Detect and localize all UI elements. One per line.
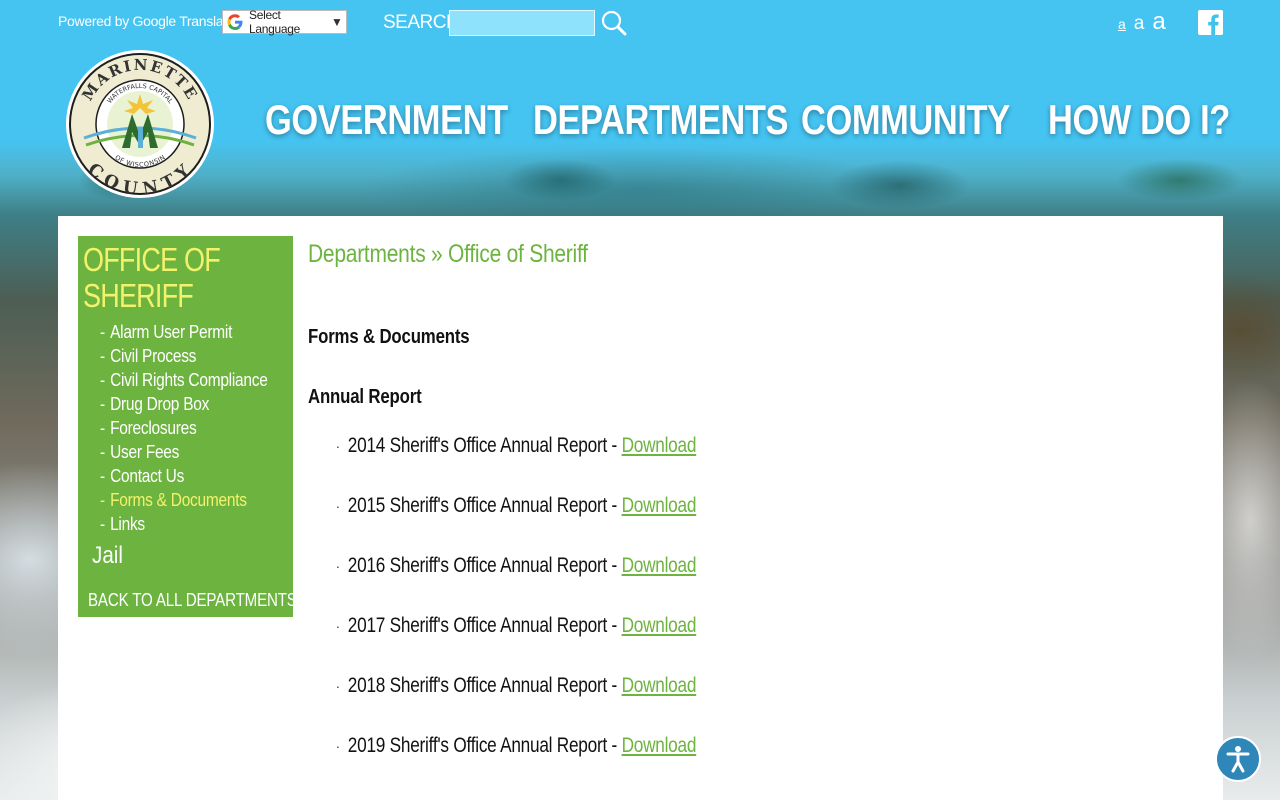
sidebar-title-line1: OFFICE OF <box>83 241 221 278</box>
breadcrumb-departments-link[interactable]: Departments <box>308 240 426 268</box>
font-size-medium-button[interactable]: a <box>1134 13 1145 35</box>
font-size-large-button[interactable]: a <box>1152 8 1165 36</box>
sidebar-item-label: Civil Process <box>110 346 197 366</box>
powered-by-text: Powered by Google Translate <box>58 13 235 29</box>
nav-departments[interactable]: DEPARTMENTS <box>533 96 788 144</box>
download-link[interactable]: Download <box>622 554 697 577</box>
top-bar: Powered by Google Translate Select Langu… <box>0 0 1280 46</box>
sidebar-item-label: Civil Rights Compliance <box>110 370 268 390</box>
sidebar-item-label: Foreclosures <box>110 418 197 438</box>
sidebar-item-label: Forms & Documents <box>110 490 247 510</box>
language-select[interactable]: Select Language ▼ <box>222 8 347 36</box>
breadcrumb: Departments » Office of Sheriff <box>308 240 588 269</box>
sidebar-item-drug-drop-box[interactable]: - Drug Drop Box <box>100 392 268 416</box>
main-navigation: GOVERNMENT DEPARTMENTS COMMUNITY HOW DO … <box>0 96 1280 156</box>
sidebar-item-contact-us[interactable]: - Contact Us <box>100 464 268 488</box>
download-link[interactable]: Download <box>622 734 697 757</box>
accessibility-button[interactable] <box>1215 736 1261 782</box>
font-size-controls: a a a <box>1118 8 1166 36</box>
page-heading: Forms & Documents <box>308 326 470 348</box>
sidebar-item-label: Drug Drop Box <box>110 394 210 414</box>
sidebar-title-line2: SHERIFF <box>83 277 194 314</box>
sidebar-item-links[interactable]: - Links <box>100 512 268 536</box>
sidebar-item-civil-process[interactable]: - Civil Process <box>100 344 268 368</box>
sidebar-item-forms-documents[interactable]: - Forms & Documents <box>100 488 268 512</box>
report-title: 2015 Sheriff's Office Annual Report - <box>347 494 622 517</box>
report-title: 2019 Sheriff's Office Annual Report - <box>347 734 622 757</box>
sidebar-item-label: Contact Us <box>110 466 185 486</box>
content-panel: OFFICE OF SHERIFF - Alarm User Permit - Ci… <box>58 216 1223 800</box>
download-link[interactable]: Download <box>622 674 697 697</box>
breadcrumb-office-of-sheriff-link[interactable]: Office of Sheriff <box>448 240 588 268</box>
sidebar-item-civil-rights-compliance[interactable]: - Civil Rights Compliance <box>100 368 268 392</box>
department-sidebar: OFFICE OF SHERIFF - Alarm User Permit - Ci… <box>78 236 297 617</box>
sidebar-item-label: Alarm User Permit <box>110 322 233 342</box>
list-item: · 2014 Sheriff's Office Annual Report - D… <box>336 434 697 457</box>
download-link[interactable]: Download <box>622 434 697 457</box>
list-item: · 2015 Sheriff's Office Annual Report - D… <box>336 494 697 517</box>
report-title: 2018 Sheriff's Office Annual Report - <box>347 674 622 697</box>
sidebar-list: - Alarm User Permit - Civil Process - Civil… <box>100 320 295 536</box>
list-item: · 2016 Sheriff's Office Annual Report - D… <box>336 554 697 577</box>
annual-report-list: · 2014 Sheriff's Office Annual Report - D… <box>336 434 775 794</box>
language-select-label: Select Language <box>249 8 300 36</box>
search-input[interactable] <box>449 10 595 36</box>
back-to-departments-link[interactable]: BACK TO ALL DEPARTMENTS <box>88 590 297 611</box>
list-item: · 2018 Sheriff's Office Annual Report - D… <box>336 674 697 697</box>
download-link[interactable]: Download <box>622 494 697 517</box>
list-item: · 2019 Sheriff's Office Annual Report - D… <box>336 734 697 757</box>
facebook-icon[interactable] <box>1198 10 1223 35</box>
font-size-small-button[interactable]: a <box>1118 16 1126 32</box>
sidebar-item-foreclosures[interactable]: - Foreclosures <box>100 416 268 440</box>
breadcrumb-separator: » <box>425 240 449 268</box>
sidebar-item-label: User Fees <box>110 442 180 462</box>
search-icon[interactable] <box>600 9 628 37</box>
nav-how-do-i[interactable]: HOW DO I? <box>1048 96 1230 144</box>
chevron-down-icon: ▼ <box>331 15 343 29</box>
sidebar-item-user-fees[interactable]: - User Fees <box>100 440 268 464</box>
annual-report-heading: Annual Report <box>308 386 422 408</box>
nav-community[interactable]: COMMUNITY <box>801 96 1010 144</box>
nav-government[interactable]: GOVERNMENT <box>265 96 508 144</box>
list-item: · 2017 Sheriff's Office Annual Report - D… <box>336 614 697 637</box>
sidebar-item-label: Links <box>110 514 145 534</box>
google-g-icon <box>227 14 243 30</box>
sidebar-item-alarm-user-permit[interactable]: - Alarm User Permit <box>100 320 268 344</box>
search-label: SEARCH <box>383 12 460 33</box>
download-link[interactable]: Download <box>622 614 697 637</box>
sidebar-title: OFFICE OF SHERIFF <box>83 241 221 314</box>
report-title: 2014 Sheriff's Office Annual Report - <box>347 434 622 457</box>
accessibility-icon <box>1226 746 1250 773</box>
report-title: 2016 Sheriff's Office Annual Report - <box>347 554 622 577</box>
report-title: 2017 Sheriff's Office Annual Report - <box>347 614 622 637</box>
sidebar-item-jail[interactable]: Jail <box>92 542 123 570</box>
